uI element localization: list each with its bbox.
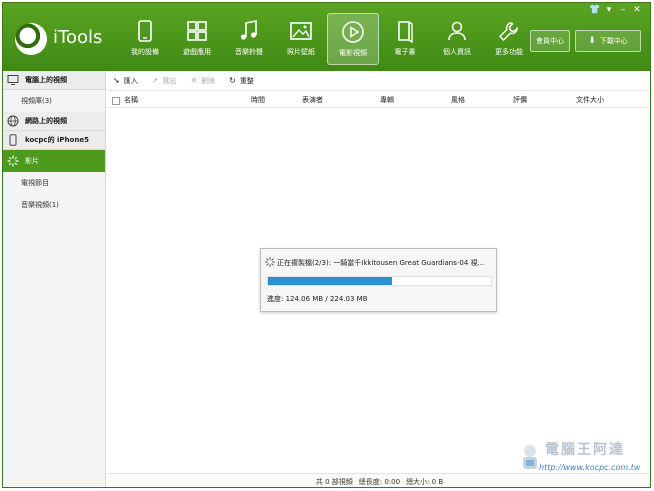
music-icon	[237, 19, 261, 43]
sidebar-section-web-videos[interactable]: 網路上的視頻	[3, 112, 105, 131]
nav-apps[interactable]: 遊戲應用	[171, 13, 223, 65]
delete-label: 刪除	[201, 76, 216, 85]
nav-contacts[interactable]: 個人資訊	[431, 13, 483, 65]
import-icon: ➘	[113, 76, 120, 85]
toolbar: ➘ 匯入 ➚ 匯出 ✕ 刪除 ↻ 重整	[107, 71, 650, 91]
device-icon	[9, 134, 17, 146]
refresh-label: 重整	[239, 76, 254, 85]
sidebar-item-music-videos[interactable]: 音樂視頻(1)	[3, 194, 105, 216]
wrench-icon	[497, 19, 521, 43]
sidebar-item-movies[interactable]: 影片	[3, 150, 105, 172]
member-center-button[interactable]: 會員中心	[530, 30, 570, 52]
progress-fill	[268, 277, 392, 285]
status-count: 共 0 部視頻	[315, 477, 353, 486]
loading-icon	[7, 155, 19, 167]
dialog-title: 正在複製檔(2/3): 一騎當千Ikkitousen Great Guardia…	[277, 259, 485, 267]
phone-icon	[133, 19, 157, 43]
nav-videos[interactable]: 電影視頻	[327, 13, 379, 65]
progress-text: 進度: 124.06 MB / 224.03 MB	[267, 295, 368, 303]
progress-bar	[267, 276, 492, 286]
sidebar-item-video-library[interactable]: 視頻庫(3)	[3, 90, 105, 112]
nav-label: 電影視頻	[339, 49, 367, 57]
nav-label: 我的設備	[131, 48, 159, 56]
sidebar-section-label: kocpc的 iPhone5	[25, 136, 89, 144]
column-header-name[interactable]: 名稱	[124, 95, 138, 105]
sidebar-section-pc-videos[interactable]: 電腦上的視頻	[3, 71, 105, 90]
sidebar-section-device[interactable]: kocpc的 iPhone5	[3, 131, 105, 150]
export-button[interactable]: ➚ 匯出	[152, 76, 177, 86]
main-nav: 我的設備 遊戲應用 音樂鈴聲 照片壁紙 電影視頻 電子書 個人資訊 更多功能	[119, 13, 535, 69]
watermark: 電腦王阿達 http://www.kocpc.com.tw	[509, 437, 649, 481]
shirt-icon[interactable]: 👕	[588, 5, 602, 15]
import-label: 匯入	[123, 76, 138, 85]
person-icon	[445, 19, 469, 43]
export-icon: ➚	[151, 76, 159, 85]
header-bar: iTools 我的設備 遊戲應用 音樂鈴聲 照片壁紙 電影視頻 電子書 個人資訊…	[3, 3, 650, 71]
watermark-url: http://www.kocpc.com.tw	[539, 463, 641, 472]
nav-label: 音樂鈴聲	[235, 48, 263, 56]
nav-music[interactable]: 音樂鈴聲	[223, 13, 275, 65]
refresh-icon: ↻	[229, 76, 236, 85]
column-header-genre[interactable]: 風格	[451, 95, 465, 105]
nav-photos[interactable]: 照片壁紙	[275, 13, 327, 65]
watermark-title: 電腦王阿達	[545, 442, 625, 458]
status-duration: 總長度: 0:00	[358, 477, 401, 486]
sidebar-item-tv-shows[interactable]: 電視節目	[3, 172, 105, 194]
delete-icon: ✕	[190, 76, 198, 85]
window-controls: 👕 ▾ – ✕	[588, 5, 644, 15]
status-size: 總大小: 0 B	[406, 477, 444, 486]
nav-label: 個人資訊	[443, 48, 471, 56]
nav-label: 更多功能	[495, 48, 523, 56]
column-header-artist[interactable]: 表演者	[302, 95, 323, 105]
globe-icon	[7, 115, 19, 127]
image-icon	[289, 19, 313, 43]
download-center-label: 下載中心	[599, 37, 628, 45]
delete-button[interactable]: ✕ 刪除	[190, 76, 215, 86]
sidebar-section-label: 電腦上的視頻	[25, 76, 67, 84]
column-header-album[interactable]: 專輯	[380, 95, 394, 105]
select-all-checkbox[interactable]	[112, 97, 120, 105]
nav-label: 照片壁紙	[287, 48, 315, 56]
nav-more[interactable]: 更多功能	[483, 13, 535, 65]
minimize-icon[interactable]: –	[616, 5, 630, 15]
play-icon	[341, 20, 365, 44]
column-header-size[interactable]: 文件大小	[576, 95, 604, 105]
import-button[interactable]: ➘ 匯入	[113, 76, 138, 86]
itools-logo-icon	[15, 23, 47, 55]
sidebar-item-label: 影片	[25, 157, 39, 165]
header-divider	[107, 107, 650, 108]
monitor-icon	[7, 75, 19, 85]
app-window: iTools 我的設備 遊戲應用 音樂鈴聲 照片壁紙 電影視頻 電子書 個人資訊…	[2, 2, 651, 488]
column-header-time[interactable]: 時間	[251, 95, 265, 105]
nav-label: 遊戲應用	[183, 48, 211, 56]
nav-label: 電子書	[394, 48, 416, 56]
refresh-button[interactable]: ↻ 重整	[229, 76, 254, 86]
copy-progress-dialog: 正在複製檔(2/3): 一騎當千Ikkitousen Great Guardia…	[260, 248, 497, 312]
download-center-button[interactable]: ⬇ 下載中心	[575, 30, 641, 52]
nav-ebooks[interactable]: 電子書	[379, 13, 431, 65]
export-label: 匯出	[162, 76, 177, 85]
main-panel: ➘ 匯入 ➚ 匯出 ✕ 刪除 ↻ 重整 名稱 時間 表演者 專輯 風格 評價 文…	[107, 71, 650, 487]
book-icon	[393, 19, 417, 44]
apps-icon	[185, 19, 209, 43]
loading-icon	[265, 257, 275, 267]
app-name: iTools	[53, 27, 103, 48]
download-icon: ⬇	[588, 36, 596, 46]
nav-my-device[interactable]: 我的設備	[119, 13, 171, 65]
sidebar: 電腦上的視頻 視頻庫(3) 網路上的視頻 kocpc的 iPhone5 影片 電…	[3, 71, 106, 487]
close-icon[interactable]: ✕	[630, 5, 644, 15]
sidebar-section-label: 網路上的視頻	[25, 117, 67, 125]
column-header-rating[interactable]: 評價	[513, 95, 527, 105]
menu-icon[interactable]: ▾	[602, 5, 616, 15]
